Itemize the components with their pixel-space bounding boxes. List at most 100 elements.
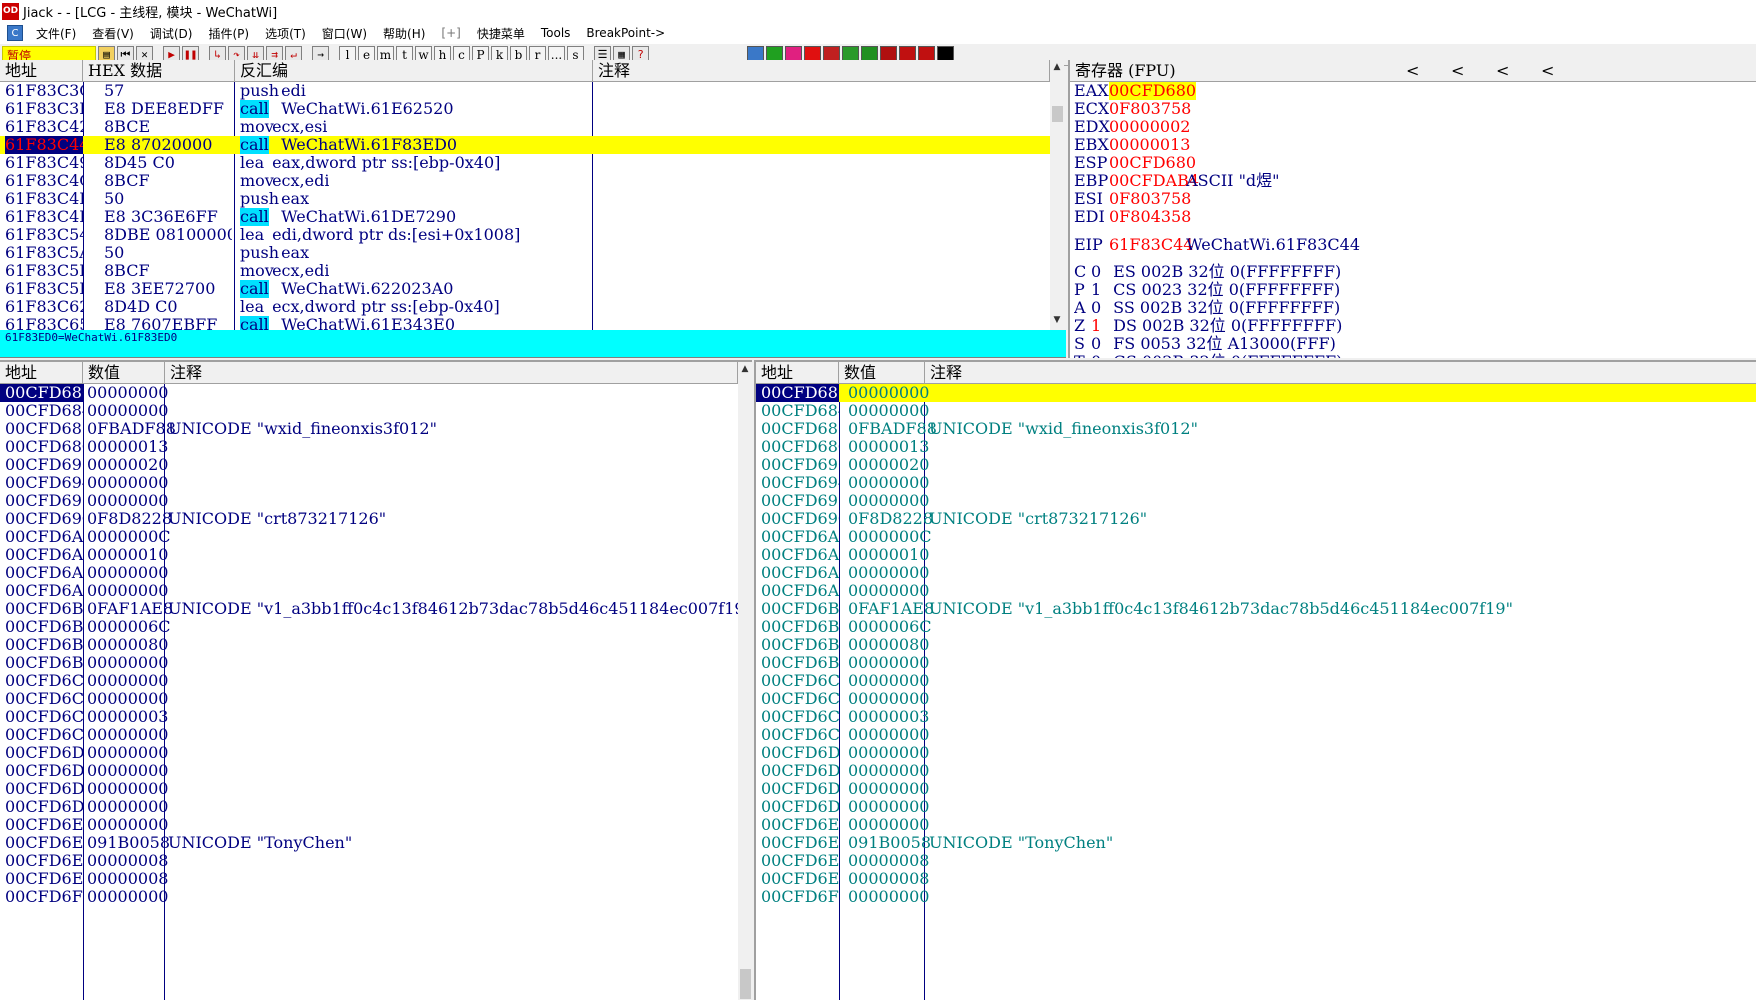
scroll-up-icon[interactable]: ▲ (738, 364, 752, 374)
register-value[interactable]: 00CFD680 (1109, 154, 1196, 172)
register-row[interactable]: EBX 00000013 (1070, 136, 1750, 154)
stack-row[interactable]: 00CFD6DC 00000000 (756, 798, 1756, 816)
register-nav-arrow-icon[interactable]: < (1541, 60, 1554, 82)
flag-row[interactable]: C0 ES 002B 32位 0(FFFFFFFF) (1070, 263, 1750, 281)
disasm-row[interactable]: 61F83C3C 57 push edi (0, 82, 1050, 100)
stack-row[interactable]: 00CFD6A0 0000000C (756, 528, 1756, 546)
scroll-thumb[interactable] (1052, 106, 1063, 122)
dump-row[interactable]: 00CFD6F000000000 (0, 888, 738, 906)
stack-row[interactable]: 00CFD6B4 0000006C (756, 618, 1756, 636)
stack-row[interactable]: 00CFD6F0 00000000 (756, 888, 1756, 906)
flag-row[interactable]: Z1 DS 002B 32位 0(FFFFFFFF) (1070, 317, 1750, 335)
register-row[interactable]: EAX 00CFD680 (1070, 82, 1750, 100)
disasm-row[interactable]: 61F83C54 8DBE 08100000 lea edi,dword ptr d… (0, 226, 1050, 244)
disasm-header-hex[interactable]: HEX 数据 (83, 60, 235, 82)
disasm-row[interactable]: 61F83C4C 8BCF mov ecx,edi (0, 172, 1050, 190)
dump-row[interactable]: 00CFD69400000000 (0, 474, 738, 492)
stack-header-address[interactable]: 地址 (756, 362, 839, 384)
register-value[interactable]: 0F804358 (1109, 208, 1191, 226)
flag-row[interactable]: S0 FS 0053 32位 A13000(FFF) (1070, 335, 1750, 353)
disasm-row[interactable]: 61F83C44 E8 87020000 call WeChatWi.61F83ED… (0, 136, 1050, 154)
stack-row[interactable]: 00CFD69C 0F8D8228UNICODE "crt873217126" (756, 510, 1756, 528)
dump-row[interactable]: 00CFD6C800000003 (0, 708, 738, 726)
dump-row[interactable]: 00CFD6880FBADF88UNICODE "wxid_fineonxis3… (0, 420, 738, 438)
stack-row[interactable]: 00CFD6E0 00000000 (756, 816, 1756, 834)
register-nav-arrow-icon[interactable]: < (1406, 60, 1419, 82)
disasm-row[interactable]: 61F83C4E 50 push eax (0, 190, 1050, 208)
dump-row[interactable]: 00CFD69800000000 (0, 492, 738, 510)
dump-row[interactable]: 00CFD6C400000000 (0, 690, 738, 708)
stack-row[interactable]: 00CFD6C8 00000003 (756, 708, 1756, 726)
stack-row[interactable]: 00CFD6C4 00000000 (756, 690, 1756, 708)
dump-row[interactable]: 00CFD6E000000000 (0, 816, 738, 834)
disasm-row[interactable]: 61F83C5A 50 push eax (0, 244, 1050, 262)
dump-row[interactable]: 00CFD68000000000 (0, 384, 738, 402)
stack-row[interactable]: 00CFD6C0 00000000 (756, 672, 1756, 690)
dump-header-comment[interactable]: 注释 (165, 362, 738, 384)
register-row[interactable]: EBP 00CFDAB4 ASCII "d煜" (1070, 172, 1750, 190)
register-row[interactable]: EDI 0F804358 (1070, 208, 1750, 226)
stack-row[interactable]: 00CFD6EC 00000008 (756, 870, 1756, 888)
dump-row[interactable]: 00CFD6BC00000000 (0, 654, 738, 672)
menu-item[interactable]: 快捷菜单 (470, 25, 534, 42)
dump-row[interactable]: 00CFD6AC00000000 (0, 582, 738, 600)
flag-value[interactable]: 0 (1091, 353, 1101, 358)
flag-row[interactable]: A0 SS 002B 32位 0(FFFFFFFF) (1070, 299, 1750, 317)
dump-row[interactable]: 00CFD6A800000000 (0, 564, 738, 582)
dump-row[interactable]: 00CFD6C000000000 (0, 672, 738, 690)
dump-row[interactable]: 00CFD6B40000006C (0, 618, 738, 636)
flag-value[interactable]: 0 (1091, 263, 1101, 281)
disasm-row[interactable]: 61F83C49 8D45 C0 lea eax,dword ptr ss:[ebp… (0, 154, 1050, 172)
menu-item[interactable]: 插件(P) (201, 25, 258, 42)
dump-row[interactable]: 00CFD6A400000010 (0, 546, 738, 564)
register-nav-arrow-icon[interactable]: < (1451, 60, 1464, 82)
stack-row[interactable]: 00CFD6D0 00000000 (756, 744, 1756, 762)
menu-item[interactable]: 窗口(W) (315, 25, 376, 42)
flag-row[interactable]: T 0 GS 002B 32位 0(FFFFFFFF) (1070, 353, 1750, 358)
stack-row[interactable]: 00CFD68C 00000013 (756, 438, 1756, 456)
dump-header-address[interactable]: 地址 (0, 362, 83, 384)
register-row[interactable]: ECX 0F803758 (1070, 100, 1750, 118)
stack-header-value[interactable]: 数值 (839, 362, 925, 384)
stack-row[interactable]: 00CFD694 00000000 (756, 474, 1756, 492)
menu-item[interactable]: BreakPoint-> (579, 26, 674, 40)
stack-row[interactable]: 00CFD6BC 00000000 (756, 654, 1756, 672)
stack-row[interactable]: 00CFD6B0 0FAF1AE8UNICODE "v1_a3bb1ff0c4c1… (756, 600, 1756, 618)
stack-row[interactable]: 00CFD684 00000000 (756, 402, 1756, 420)
dump-row[interactable]: 00CFD6CC00000000 (0, 726, 738, 744)
dump-row[interactable]: 00CFD6B800000080 (0, 636, 738, 654)
dump-row[interactable]: 00CFD6DC00000000 (0, 798, 738, 816)
menu-item[interactable]: 帮助(H) (376, 25, 434, 42)
register-row[interactable]: ESI 0F803758 (1070, 190, 1750, 208)
register-value[interactable]: 00CFD680 (1109, 82, 1197, 100)
dump-row[interactable]: 00CFD6D800000000 (0, 780, 738, 798)
system-menu-icon[interactable]: C (7, 25, 23, 41)
dump-row[interactable]: 00CFD6A00000000C (0, 528, 738, 546)
disasm-header-disassembly[interactable]: 反汇编 (235, 60, 593, 82)
stack-row[interactable]: 00CFD6CC 00000000 (756, 726, 1756, 744)
dump-row[interactable]: 00CFD68400000000 (0, 402, 738, 420)
dump-header-value[interactable]: 数值 (83, 362, 165, 384)
menu-item[interactable]: 文件(F) (29, 25, 85, 42)
scroll-down-icon[interactable]: ▼ (1050, 315, 1064, 325)
stack-row[interactable]: 00CFD690 00000020 (756, 456, 1756, 474)
dump-row[interactable]: 00CFD6E4091B0058UNICODE "TonyChen" (0, 834, 738, 852)
register-value[interactable]: 0F803758 (1109, 190, 1191, 208)
register-row[interactable]: ESP 00CFD680 (1070, 154, 1750, 172)
disasm-row[interactable]: 61F83C42 8BCE mov ecx,esi (0, 118, 1050, 136)
dump-row[interactable]: 00CFD68C00000013 (0, 438, 738, 456)
flag-value[interactable]: 0 (1091, 335, 1101, 353)
disasm-row[interactable]: 61F83C5D E8 3EE72700 call WeChatWi.622023A… (0, 280, 1050, 298)
disasm-row[interactable]: 61F83C4F E8 3C36E6FF call WeChatWi.61DE729… (0, 208, 1050, 226)
disasm-header-address[interactable]: 地址 (0, 60, 83, 82)
register-value[interactable]: 0F803758 (1109, 100, 1191, 118)
dump-row[interactable]: 00CFD69000000020 (0, 456, 738, 474)
stack-row[interactable]: 00CFD6A8 00000000 (756, 564, 1756, 582)
flag-row[interactable]: P1 CS 0023 32位 0(FFFFFFFF) (1070, 281, 1750, 299)
register-row-eip[interactable]: EIP 61F83C44 WeChatWi.61F83C44 (1070, 236, 1750, 254)
flag-value[interactable]: 1 (1091, 317, 1101, 335)
disasm-row[interactable]: 61F83C5B 8BCF mov ecx,edi (0, 262, 1050, 280)
register-value[interactable]: 00000002 (1109, 118, 1190, 136)
stack-row[interactable]: 00CFD6D8 00000000 (756, 780, 1756, 798)
dump-row[interactable]: 00CFD6E800000008 (0, 852, 738, 870)
